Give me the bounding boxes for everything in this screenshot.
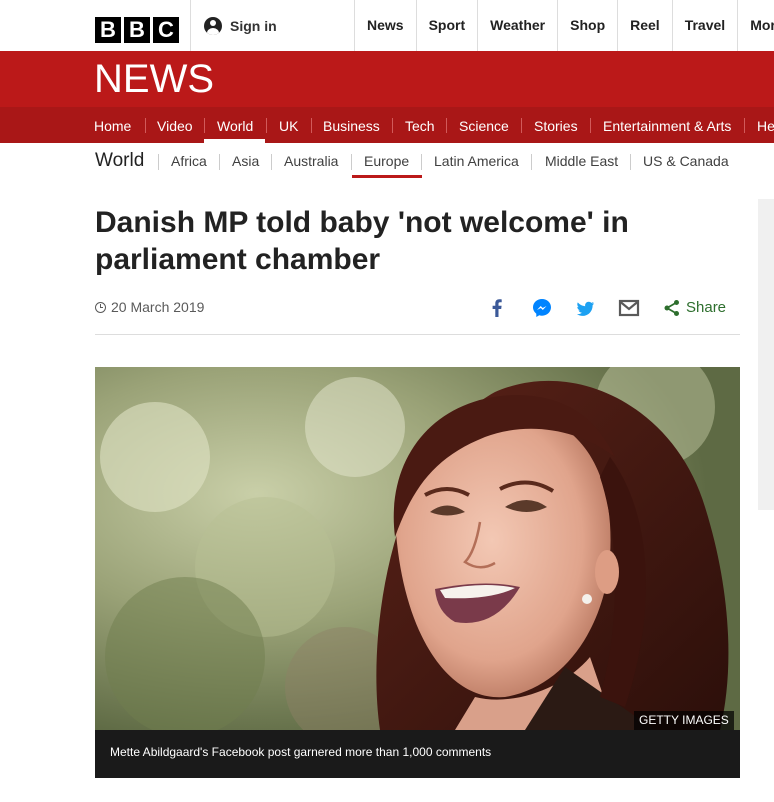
nav-divider xyxy=(145,118,146,133)
nav-divider xyxy=(392,118,393,133)
top-nav-reel[interactable]: Reel xyxy=(617,0,672,51)
subnav-divider xyxy=(158,154,159,170)
article-date-text: 20 March 2019 xyxy=(111,299,205,315)
news-wordmark[interactable]: NEWS xyxy=(94,57,214,102)
subnav-us-canada[interactable]: US & Canada xyxy=(643,153,729,169)
subnav-divider xyxy=(531,154,532,170)
active-subnav-indicator xyxy=(352,175,422,178)
news-nav-business[interactable]: Business xyxy=(323,107,380,143)
news-nav-health[interactable]: He xyxy=(757,107,774,143)
subnav-europe[interactable]: Europe xyxy=(364,153,409,169)
bbc-logo[interactable]: B B C xyxy=(95,17,179,43)
top-nav-weather[interactable]: Weather xyxy=(477,0,557,51)
facebook-icon[interactable] xyxy=(488,296,506,320)
subnav-africa[interactable]: Africa xyxy=(171,153,207,169)
user-icon xyxy=(204,16,222,35)
section-title[interactable]: World xyxy=(95,150,144,172)
subnav-divider xyxy=(219,154,220,170)
top-nav-sport[interactable]: Sport xyxy=(415,0,478,51)
subnav-divider xyxy=(630,154,631,170)
nav-divider xyxy=(204,118,205,133)
nav-divider xyxy=(744,118,745,133)
email-icon[interactable] xyxy=(618,296,640,320)
share-button[interactable]: Share xyxy=(686,299,726,316)
top-nav-more[interactable]: More xyxy=(737,0,774,51)
subnav-middle-east[interactable]: Middle East xyxy=(545,153,618,169)
news-nav-home[interactable]: Home xyxy=(94,107,131,143)
subnav-divider xyxy=(421,154,422,170)
top-nav-shop[interactable]: Shop xyxy=(557,0,617,51)
news-nav-world[interactable]: World xyxy=(217,107,253,143)
image-caption-bar: Mette Abildgaard's Facebook post garnere… xyxy=(95,730,740,778)
nav-divider xyxy=(521,118,522,133)
article-photo xyxy=(95,367,740,730)
news-nav: Home Video World UK Business Tech Scienc… xyxy=(0,107,774,143)
share-icon[interactable] xyxy=(663,296,681,320)
sign-in-link[interactable]: Sign in xyxy=(190,0,277,51)
nav-divider xyxy=(311,118,312,133)
clock-icon xyxy=(95,301,106,313)
image-caption: Mette Abildgaard's Facebook post garnere… xyxy=(110,745,492,759)
sign-in-label: Sign in xyxy=(230,17,277,34)
news-nav-entertainment[interactable]: Entertainment & Arts xyxy=(603,107,731,143)
news-nav-uk[interactable]: UK xyxy=(279,107,298,143)
news-nav-science[interactable]: Science xyxy=(459,107,509,143)
bbc-logo-letter: B xyxy=(95,17,121,43)
divider xyxy=(95,334,740,335)
top-nav: News Sport Weather Shop Reel Travel More xyxy=(354,0,774,51)
messenger-icon[interactable] xyxy=(531,296,553,320)
image-credit: GETTY IMAGES xyxy=(634,711,734,730)
article-date: 20 March 2019 xyxy=(95,299,204,315)
bbc-logo-letter: C xyxy=(153,17,179,43)
nav-divider xyxy=(590,118,591,133)
news-nav-stories[interactable]: Stories xyxy=(534,107,578,143)
bbc-logo-letter: B xyxy=(124,17,150,43)
top-nav-news[interactable]: News xyxy=(354,0,416,51)
subnav-divider xyxy=(351,154,352,170)
news-nav-video[interactable]: Video xyxy=(157,107,193,143)
world-sub-nav: World Africa Asia Australia Europe Latin… xyxy=(0,143,774,181)
top-nav-travel[interactable]: Travel xyxy=(671,0,737,51)
subnav-latin-america[interactable]: Latin America xyxy=(434,153,519,169)
bbc-top-bar: B B C Sign in News Sport Weather Shop Re… xyxy=(0,0,774,52)
article-headline: Danish MP told baby 'not welcome' in par… xyxy=(95,206,629,276)
subnav-australia[interactable]: Australia xyxy=(284,153,338,169)
news-nav-tech[interactable]: Tech xyxy=(405,107,435,143)
twitter-icon[interactable] xyxy=(574,296,596,320)
subnav-asia[interactable]: Asia xyxy=(232,153,259,169)
news-banner: NEWS xyxy=(0,51,774,107)
nav-divider xyxy=(266,118,267,133)
subnav-divider xyxy=(271,154,272,170)
nav-divider xyxy=(446,118,447,133)
side-panel-edge xyxy=(758,199,774,510)
